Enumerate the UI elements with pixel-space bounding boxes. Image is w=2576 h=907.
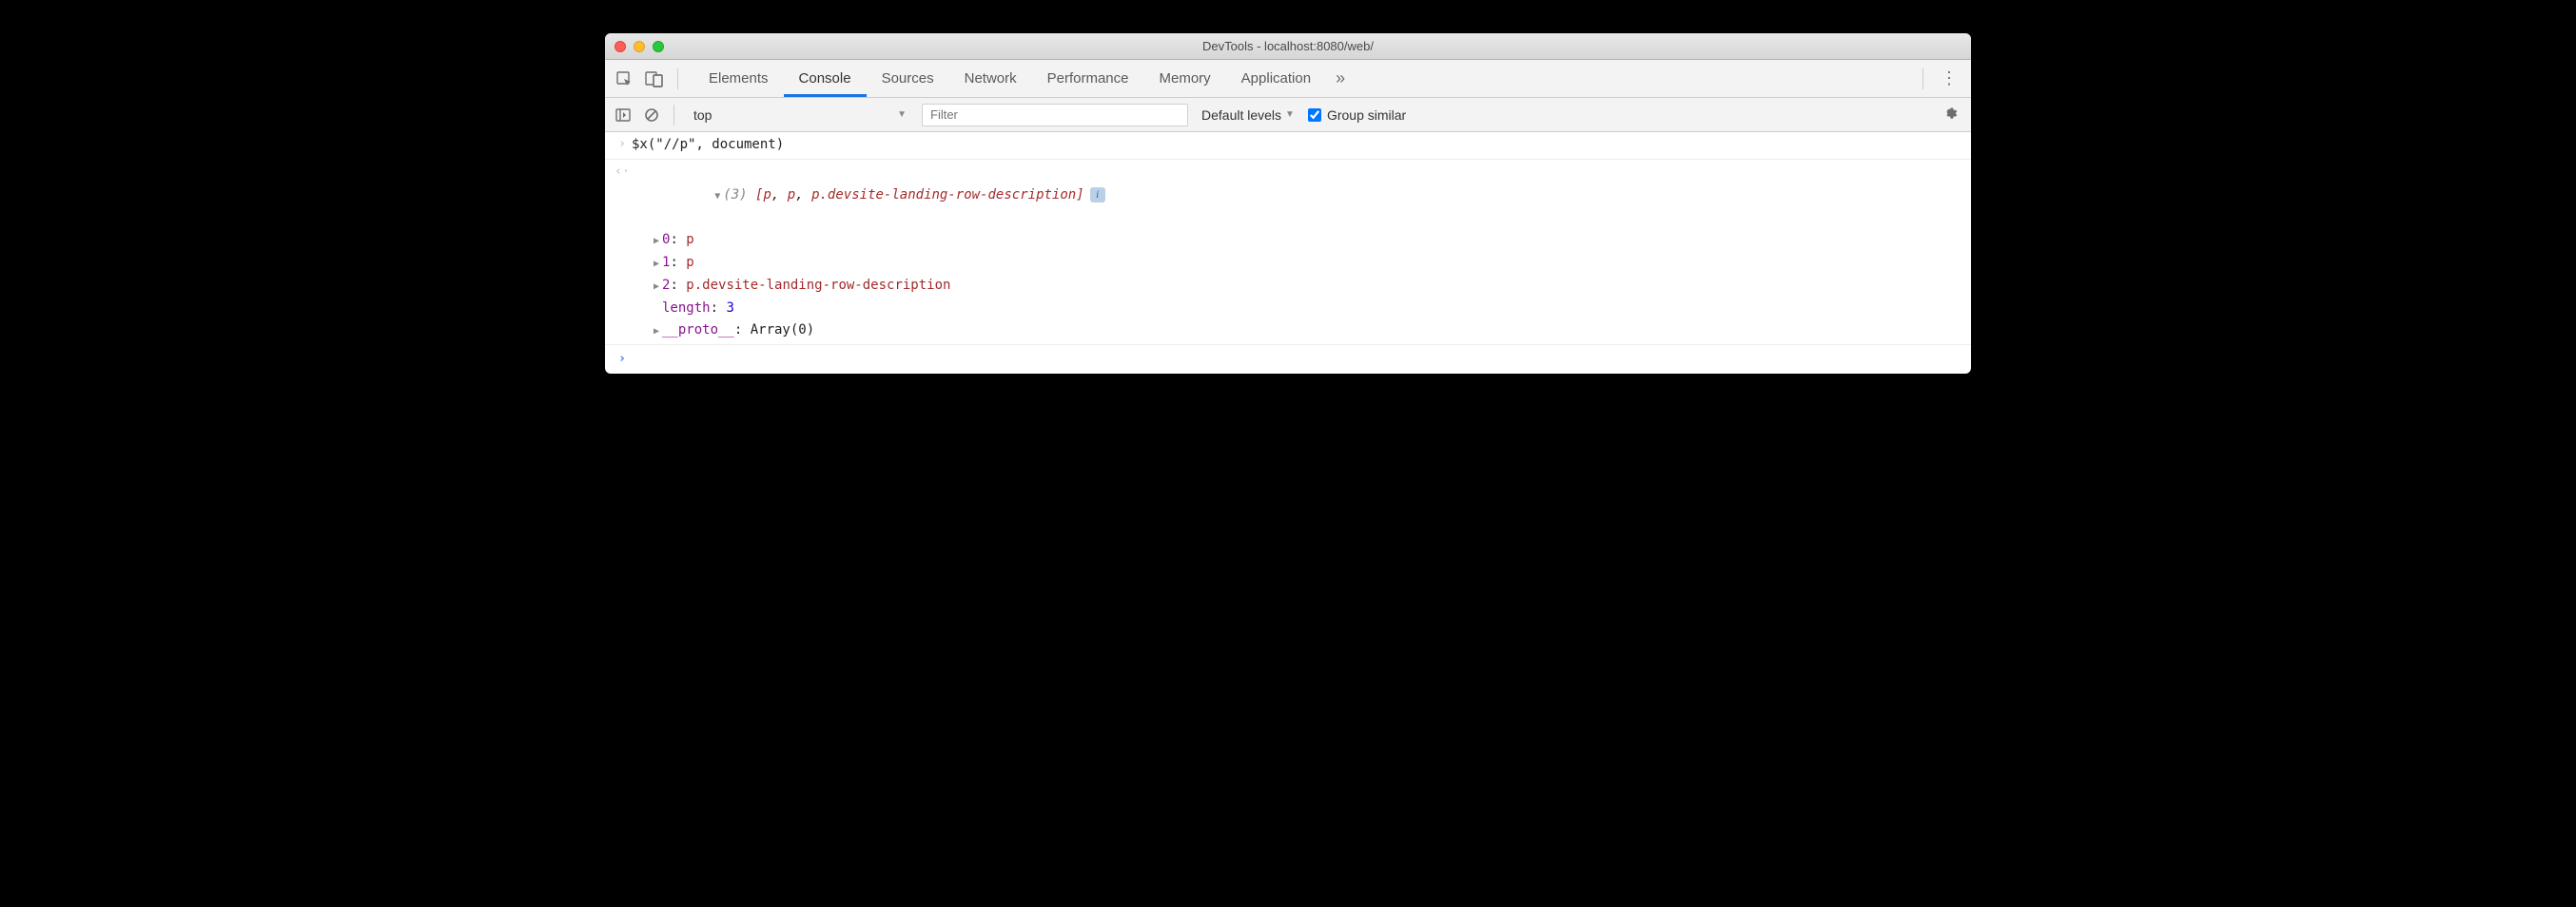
devtools-window: DevTools - localhost:8080/web/ Elements … (605, 33, 1971, 374)
window-title: DevTools - localhost:8080/web/ (605, 39, 1971, 53)
execution-context-select[interactable]: top ▼ (686, 106, 914, 125)
group-similar-checkbox[interactable]: Group similar (1308, 107, 1406, 123)
tab-memory[interactable]: Memory (1144, 60, 1226, 97)
context-label: top (693, 107, 712, 123)
length-property: length: 3 (613, 298, 1963, 320)
proto-val: Array(0) (751, 322, 814, 338)
more-tabs-button[interactable]: » (1326, 68, 1355, 88)
tab-performance[interactable]: Performance (1032, 60, 1144, 97)
proto-key: __proto__ (662, 322, 734, 338)
array-item: p.devsite-landing-row-description (811, 187, 1076, 203)
expand-icon[interactable] (651, 229, 662, 252)
proto-property[interactable]: __proto__: Array(0) (613, 319, 1963, 342)
separator (1922, 68, 1923, 89)
prompt-icon: › (613, 349, 632, 370)
inspect-element-icon[interactable] (613, 68, 635, 90)
console-prompt-row[interactable]: › (605, 344, 1971, 374)
toggle-sidebar-icon[interactable] (613, 105, 634, 125)
tab-console[interactable]: Console (784, 60, 867, 97)
separator (677, 68, 678, 89)
entry-val: p.devsite-landing-row-description (686, 278, 950, 293)
expand-icon[interactable] (651, 275, 662, 298)
chevron-down-icon: ▼ (897, 109, 907, 120)
array-entry[interactable]: 0: p (613, 229, 1963, 252)
length-key: length (662, 300, 711, 316)
entry-val: p (686, 232, 693, 247)
console-input-text: $x("//p", document) (632, 134, 1963, 157)
console-output: › $x("//p", document) ‹· (3) [p, p, p.de… (605, 132, 1971, 374)
expand-icon[interactable] (651, 319, 662, 342)
console-result-row: ‹· (3) [p, p, p.devsite-landing-row-desc… (605, 160, 1971, 344)
array-bracket: ] (1076, 187, 1083, 203)
settings-menu-icon[interactable]: ⋮ (1935, 68, 1963, 88)
console-input-row: › $x("//p", document) (605, 132, 1971, 160)
tab-sources[interactable]: Sources (867, 60, 949, 97)
array-entry[interactable]: 2: p.devsite-landing-row-description (613, 275, 1963, 298)
console-toolbar: top ▼ Default levels ▼ Group similar (605, 98, 1971, 132)
tab-network[interactable]: Network (949, 60, 1032, 97)
log-levels-select[interactable]: Default levels ▼ (1196, 107, 1300, 123)
input-prompt-icon: › (613, 134, 632, 157)
clear-console-icon[interactable] (641, 105, 662, 125)
console-settings-icon[interactable] (1942, 105, 1963, 125)
tab-elements[interactable]: Elements (693, 60, 784, 97)
output-indicator-icon: ‹· (613, 162, 632, 229)
expand-icon[interactable] (651, 252, 662, 275)
array-item: p (788, 187, 795, 203)
array-count: (3) (723, 187, 747, 203)
info-icon[interactable]: i (1090, 187, 1105, 203)
main-toolbar: Elements Console Sources Network Perform… (605, 60, 1971, 98)
group-similar-input[interactable] (1308, 108, 1321, 122)
array-item: p (763, 187, 771, 203)
entry-val: p (686, 255, 693, 270)
result-summary[interactable]: (3) [p, p, p.devsite-landing-row-descrip… (632, 162, 1963, 229)
toggle-device-icon[interactable] (643, 68, 666, 90)
panel-tabs: Elements Console Sources Network Perform… (693, 60, 1911, 97)
titlebar: DevTools - localhost:8080/web/ (605, 33, 1971, 60)
chevron-down-icon: ▼ (1285, 109, 1295, 120)
separator (673, 105, 674, 125)
console-prompt-input[interactable] (632, 349, 1963, 370)
levels-label: Default levels (1201, 107, 1281, 123)
tab-application[interactable]: Application (1226, 60, 1326, 97)
array-entry[interactable]: 1: p (613, 252, 1963, 275)
collapse-icon[interactable] (712, 184, 723, 207)
group-similar-label: Group similar (1327, 107, 1406, 123)
length-val: 3 (726, 300, 733, 316)
filter-input[interactable] (922, 104, 1188, 126)
